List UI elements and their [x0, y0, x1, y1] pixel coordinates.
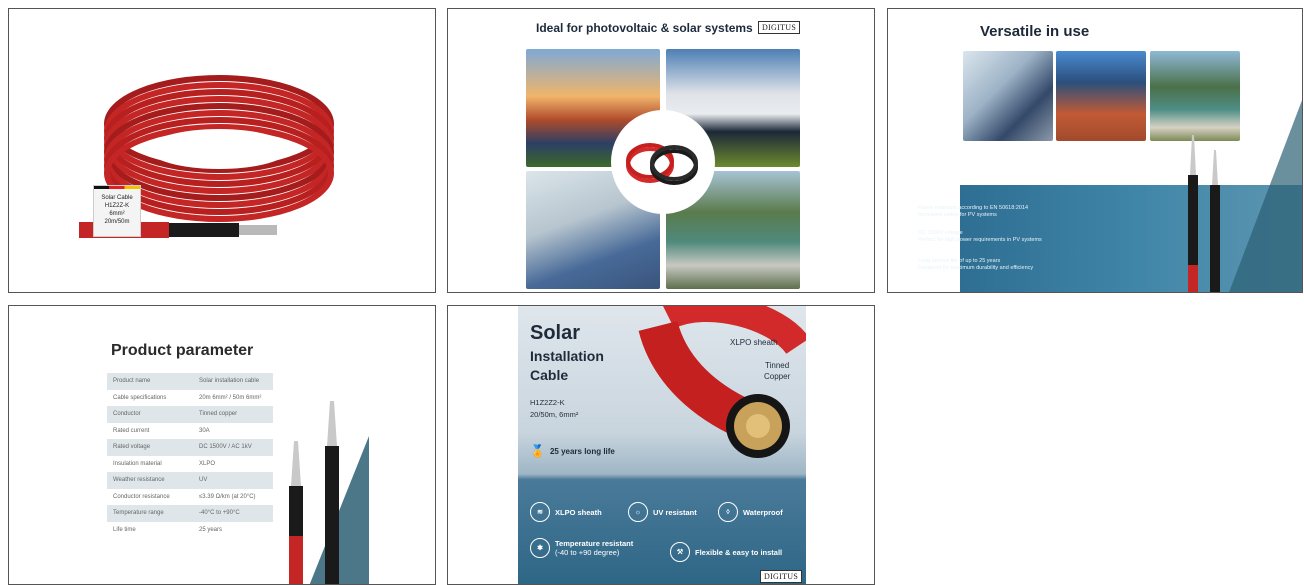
- table-row: Product name Solar installation cable: [107, 373, 273, 390]
- table-row: Weather resistance UV: [107, 472, 273, 489]
- product-image-versatile[interactable]: Versatile in use ✔ Flame retardant accor…: [887, 8, 1303, 293]
- feature-badge: ≋ XLPO sheath: [530, 502, 602, 522]
- feature-line: Flame retardant according to EN 50618:20…: [918, 205, 1029, 211]
- photo-roof-install: [1056, 51, 1146, 141]
- param-value: Tinned copper: [199, 411, 238, 418]
- param-value: XLPO: [199, 460, 216, 467]
- water-drop-icon: ◊: [718, 502, 738, 522]
- feature-item: Long service life of up to 25 years Desi…: [918, 258, 1033, 272]
- cable-ends-graphic: [289, 401, 369, 584]
- callout-label: XLPO sheath: [730, 338, 778, 347]
- banner-title: Solar: [530, 322, 581, 344]
- label-line: 6mm²: [109, 211, 125, 217]
- callout-label: Copper: [764, 372, 791, 381]
- param-value: Solar installation cable: [199, 378, 260, 385]
- life-badge: 🏅 25 years long life: [530, 444, 615, 458]
- badge-label: UV resistant: [653, 507, 697, 517]
- param-key: Conductor resistance: [113, 493, 170, 500]
- badge-label: Flexible & easy to install: [695, 547, 783, 557]
- badge-label: Temperature resistant (-40 to +90 degree…: [555, 539, 633, 557]
- param-key: Product name: [113, 378, 151, 385]
- param-value: -40°C to +90°C: [199, 510, 240, 517]
- feature-item: Flame retardant according to EN 50618:20…: [918, 205, 1028, 219]
- feature-line: Long service life of up to 25 years: [918, 258, 1001, 264]
- cable-circle-graphic: [611, 110, 715, 214]
- param-value: UV: [199, 477, 208, 484]
- product-label-tag: Solar Cable H1Z2Z-K 6mm² 20m/50m: [93, 185, 141, 237]
- param-key: Rated current: [113, 427, 150, 434]
- label-line: Solar Cable: [101, 195, 133, 201]
- param-key: Rated voltage: [113, 444, 151, 451]
- cable-ends-graphic: [1188, 100, 1302, 292]
- feature-badge: ✱ Temperature resistant (-40 to +90 degr…: [530, 538, 633, 558]
- table-row: Cable specifications 20m 6mm² / 50m 6mm²: [107, 390, 273, 407]
- product-image-cable-coil[interactable]: Solar Cable H1Z2Z-K 6mm² 20m/50m: [8, 8, 436, 293]
- check-icon: ✔: [902, 258, 911, 269]
- callout-label: Tinned: [765, 361, 790, 370]
- table-row: Insulation material XLPO: [107, 456, 273, 473]
- badge-line: (-40 to +90 degree): [555, 548, 620, 557]
- thermometer-icon: ✱: [530, 538, 550, 558]
- parameter-table: Product name Solar installation cable Cab…: [107, 373, 273, 538]
- tile-title: Ideal for photovoltaic & solar systems: [536, 21, 753, 35]
- feature-badge: ☼ UV resistant: [628, 502, 697, 522]
- brand-logo: DIGITUS: [760, 570, 803, 583]
- feature-badge: ⚒ Flexible & easy to install: [670, 542, 782, 562]
- product-image-parameters[interactable]: Product parameter Product name Solar inst…: [8, 305, 436, 585]
- table-row: Temperature range -40°C to +90°C: [107, 505, 273, 522]
- param-value: ≤3.39 Ω/km (at 20°C): [199, 493, 256, 500]
- layers-icon: ≋: [530, 502, 550, 522]
- banner-title: Cable: [530, 367, 569, 383]
- param-key: Conductor: [113, 411, 141, 418]
- sun-icon: ☼: [628, 502, 648, 522]
- check-icon: ✔: [902, 230, 911, 241]
- table-row: Conductor resistance ≤3.39 Ω/km (at 20°C): [107, 489, 273, 506]
- feature-line: Increased safety for PV systems: [918, 212, 997, 218]
- flag-stripe: [94, 186, 140, 189]
- table-row: Rated current 30A: [107, 423, 273, 440]
- badge-label: Waterproof: [743, 507, 783, 517]
- check-icon: ✔: [902, 205, 911, 216]
- table-row: Life time 25 years: [107, 522, 273, 539]
- medal-icon: 🏅: [530, 444, 545, 458]
- label-line: H1Z2Z-K: [104, 203, 130, 209]
- param-key: Temperature range: [113, 510, 164, 517]
- wrench-icon: ⚒: [670, 542, 690, 562]
- size-spec: 20/50m, 6mm²: [530, 410, 579, 419]
- feature-line: DC 1500V voltage: [918, 230, 963, 236]
- banner-title: Installation: [530, 348, 604, 364]
- param-value: 20m 6mm² / 50m 6mm²: [199, 394, 262, 401]
- feature-line: Perfect for high power requirements in P…: [918, 237, 1042, 243]
- product-image-installation-cable[interactable]: Solar Installation Cable H1Z2Z2-K 20/50m…: [447, 305, 875, 585]
- feature-item: DC 1500V voltage Perfect for high power …: [918, 230, 1042, 244]
- param-value: 30A: [199, 427, 210, 434]
- table-row: Conductor Tinned copper: [107, 406, 273, 423]
- table-row: Rated voltage DC 1500V / AC 1kV: [107, 439, 273, 456]
- tile-title: Versatile in use: [980, 23, 1090, 40]
- label-line: 20m/50m: [104, 219, 130, 225]
- param-value: 25 years: [199, 526, 223, 533]
- feature-line: Designed for maximum durability and effi…: [918, 265, 1034, 271]
- brand-logo: DIGITUS: [758, 21, 801, 34]
- param-key: Cable specifications: [113, 394, 167, 401]
- model-code: H1Z2Z2-K: [530, 398, 565, 407]
- param-key: Insulation material: [113, 460, 162, 467]
- photo-panel-wiring: [963, 51, 1053, 141]
- cable-coil-graphic: [79, 75, 334, 238]
- param-value: DC 1500V / AC 1kV: [199, 444, 252, 451]
- feature-badge: ◊ Waterproof: [718, 502, 783, 522]
- badge-label: XLPO sheath: [555, 507, 602, 517]
- badge-line: Temperature resistant: [555, 539, 634, 548]
- product-image-applications[interactable]: Ideal for photovoltaic & solar systems D…: [447, 8, 875, 293]
- param-key: Life time: [113, 526, 136, 533]
- param-key: Weather resistance: [113, 477, 165, 484]
- life-text: 25 years long life: [549, 446, 615, 456]
- tile-title: Product parameter: [111, 342, 254, 359]
